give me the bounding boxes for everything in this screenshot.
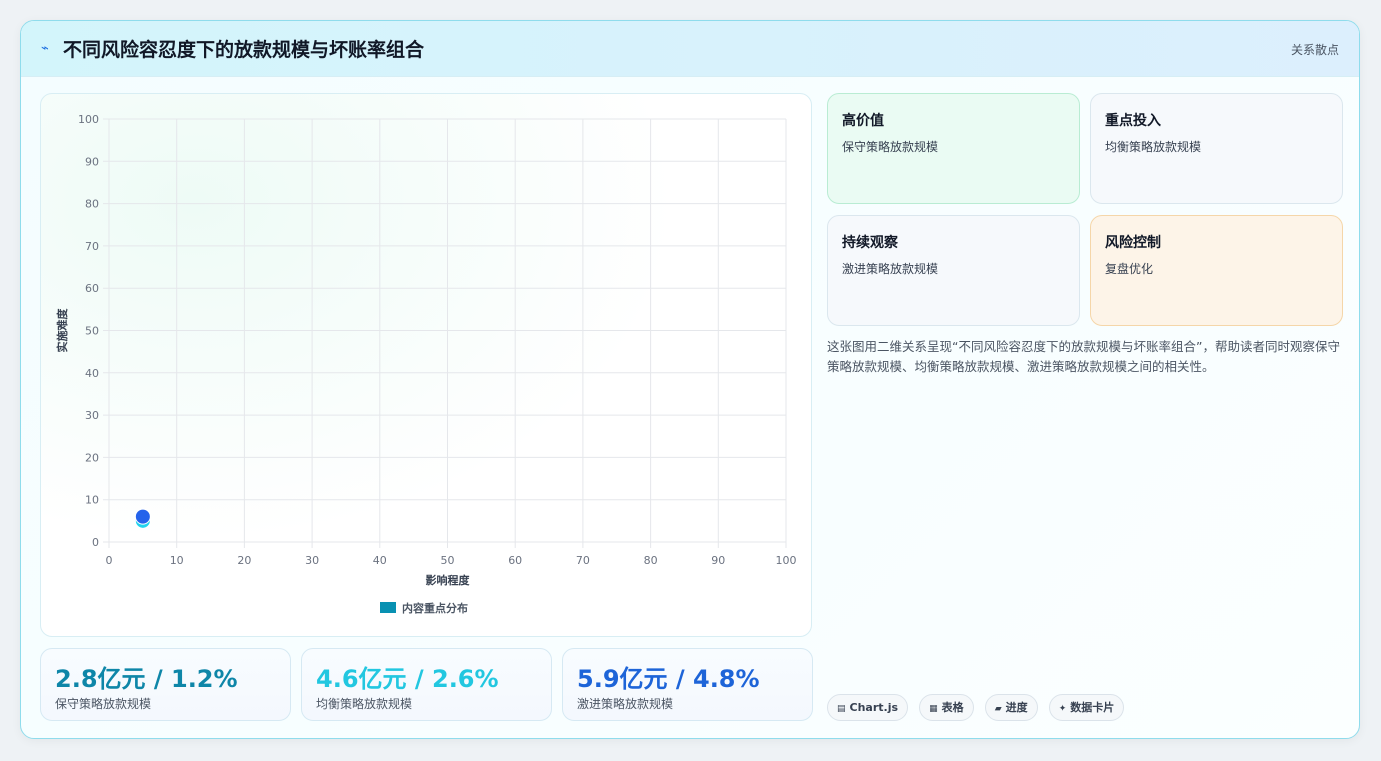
data-point <box>134 508 151 525</box>
quadrant-subtitle: 保守策略放款规模 <box>842 140 939 154</box>
tag-label: 表格 <box>941 701 964 714</box>
quadrant-subtitle: 复盘优化 <box>1105 262 1154 276</box>
quadrant-title: 持续观察 <box>842 235 898 251</box>
y-tick-label: 70 <box>85 240 99 253</box>
tag-data-card[interactable]: ✦ 数据卡片 <box>1048 694 1125 721</box>
lightning-icon: ⌁ <box>41 41 49 56</box>
y-tick-label: 40 <box>85 367 99 380</box>
legend-label: 内容重点分布 <box>402 601 468 615</box>
quadrant-title: 风险控制 <box>1105 235 1161 251</box>
tag-chartjs[interactable]: ▤ Chart.js <box>827 694 909 721</box>
y-tick-label: 80 <box>85 198 99 211</box>
tech-tags: ▤ Chart.js ▦ 表格 ▰ 进度 ✦ 数据卡片 <box>827 694 1130 721</box>
y-tick-label: 100 <box>78 113 99 126</box>
x-tick-label: 70 <box>576 554 590 567</box>
scatter-chart: 0 10 20 30 40 50 60 70 80 90 100 0 10 20 30 40 50 60 70 80 9… <box>55 113 797 615</box>
x-tick-label: 50 <box>441 554 455 567</box>
x-tick-label: 10 <box>170 554 184 567</box>
tag-label: Chart.js <box>849 701 899 714</box>
y-tick-label: 10 <box>85 494 99 507</box>
y-tick-label: 50 <box>85 325 99 338</box>
tag-label: 数据卡片 <box>1070 701 1115 714</box>
x-tick-label: 80 <box>644 554 658 567</box>
tag-label: 进度 <box>1005 701 1028 714</box>
y-tick-label: 60 <box>85 282 99 295</box>
stat-label: 激进策略放款规模 <box>577 697 674 711</box>
tag-table[interactable]: ▦ 表格 <box>919 694 974 721</box>
stat-card-conservative: 2.8亿元 / 1.2% 保守策略放款规模 <box>40 648 291 721</box>
x-tick-label: 60 <box>508 554 522 567</box>
y-axis-label: 实施难度 <box>55 308 69 353</box>
y-tick-label: 30 <box>85 409 99 422</box>
progress-icon: ▰ <box>994 704 1002 714</box>
chart-icon: ▤ <box>837 704 846 714</box>
stat-value: 2.8亿元 / 1.2% <box>55 665 238 693</box>
stat-value: 4.6亿元 / 2.6% <box>316 665 499 693</box>
card-header: ⌁ 不同风险容忍度下的放款规模与坏账率组合 关系散点 <box>21 21 1359 77</box>
x-tick-label: 100 <box>776 554 797 567</box>
table-icon: ▦ <box>929 704 938 714</box>
y-tick-label: 0 <box>92 536 99 549</box>
stat-value: 5.9亿元 / 4.8% <box>577 665 760 693</box>
quadrant-key-investment: 重点投入 均衡策略放款规模 <box>1090 93 1343 204</box>
chart-panel: 0 10 20 30 40 50 60 70 80 90 100 0 10 20 30 40 50 60 70 80 9… <box>40 93 812 637</box>
quadrant-subtitle: 激进策略放款规模 <box>842 262 939 276</box>
legend-swatch <box>380 602 396 613</box>
main-card: ⌁ 不同风险容忍度下的放款规模与坏账率组合 关系散点 0 10 20 30 40 50 60… <box>20 20 1360 739</box>
quadrant-high-value: 高价值 保守策略放款规模 <box>827 93 1080 204</box>
tag-progress[interactable]: ▰ 进度 <box>984 694 1038 721</box>
stat-card-aggressive: 5.9亿元 / 4.8% 激进策略放款规模 <box>562 648 813 721</box>
sparkle-icon: ✦ <box>1058 704 1067 714</box>
x-tick-label: 20 <box>237 554 251 567</box>
x-tick-label: 30 <box>305 554 319 567</box>
quadrant-title: 高价值 <box>842 113 884 129</box>
stat-card-balanced: 4.6亿元 / 2.6% 均衡策略放款规模 <box>301 648 552 721</box>
y-tick-label: 20 <box>85 451 99 464</box>
chart-description: 这张图用二维关系呈现“不同风险容忍度下的放款规模与坏账率组合”，帮助读者同时观察… <box>827 339 1340 374</box>
x-tick-label: 40 <box>373 554 387 567</box>
quadrant-observe: 持续观察 激进策略放款规模 <box>827 215 1080 326</box>
x-tick-label: 0 <box>106 554 113 567</box>
chart-type-tag: 关系散点 <box>1290 43 1339 57</box>
page-title: 不同风险容忍度下的放款规模与坏账率组合 <box>63 39 425 61</box>
quadrant-title: 重点投入 <box>1105 113 1161 129</box>
stat-label: 均衡策略放款规模 <box>316 697 413 711</box>
stat-label: 保守策略放款规模 <box>55 697 152 711</box>
quadrant-subtitle: 均衡策略放款规模 <box>1105 140 1202 154</box>
quadrant-risk-control: 风险控制 复盘优化 <box>1090 215 1343 326</box>
x-tick-label: 90 <box>711 554 725 567</box>
x-axis-label: 影响程度 <box>426 573 471 587</box>
y-tick-label: 90 <box>85 155 99 168</box>
